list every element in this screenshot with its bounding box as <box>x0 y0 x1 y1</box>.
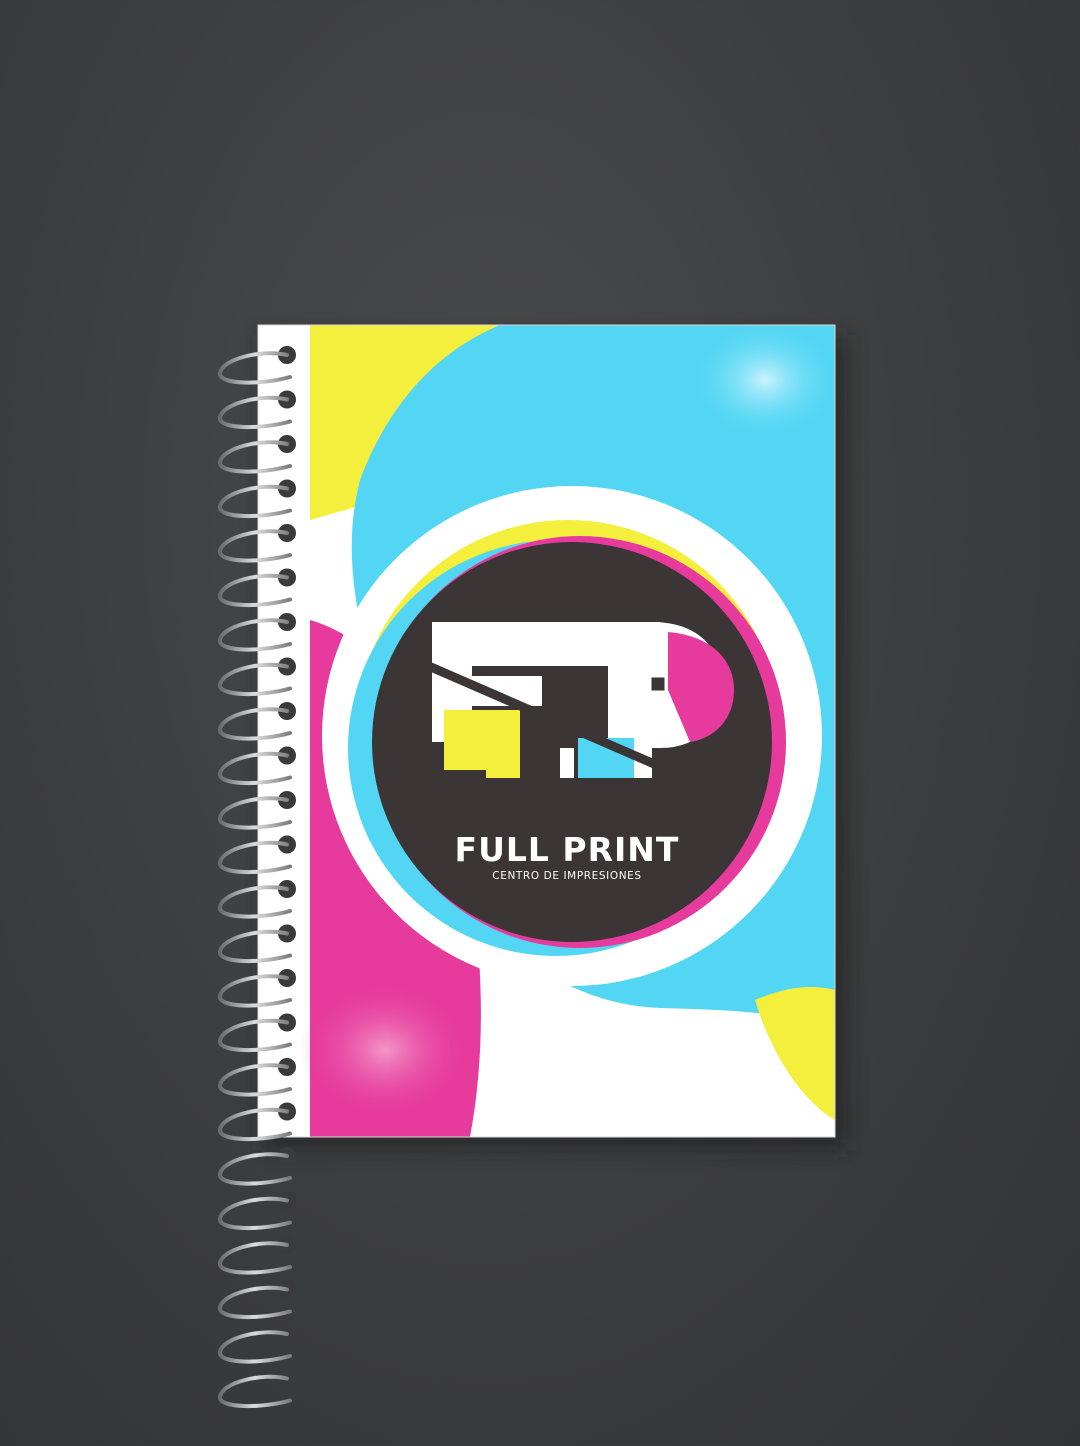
brand-title: FULL PRINT <box>454 830 680 869</box>
cyan-cloud <box>690 325 835 440</box>
notebook-cover <box>258 325 835 1137</box>
notebook-scene <box>218 324 847 1409</box>
brand-tagline: CENTRO DE IMPRESIONES <box>492 870 642 882</box>
pink-cloud <box>300 980 470 1120</box>
